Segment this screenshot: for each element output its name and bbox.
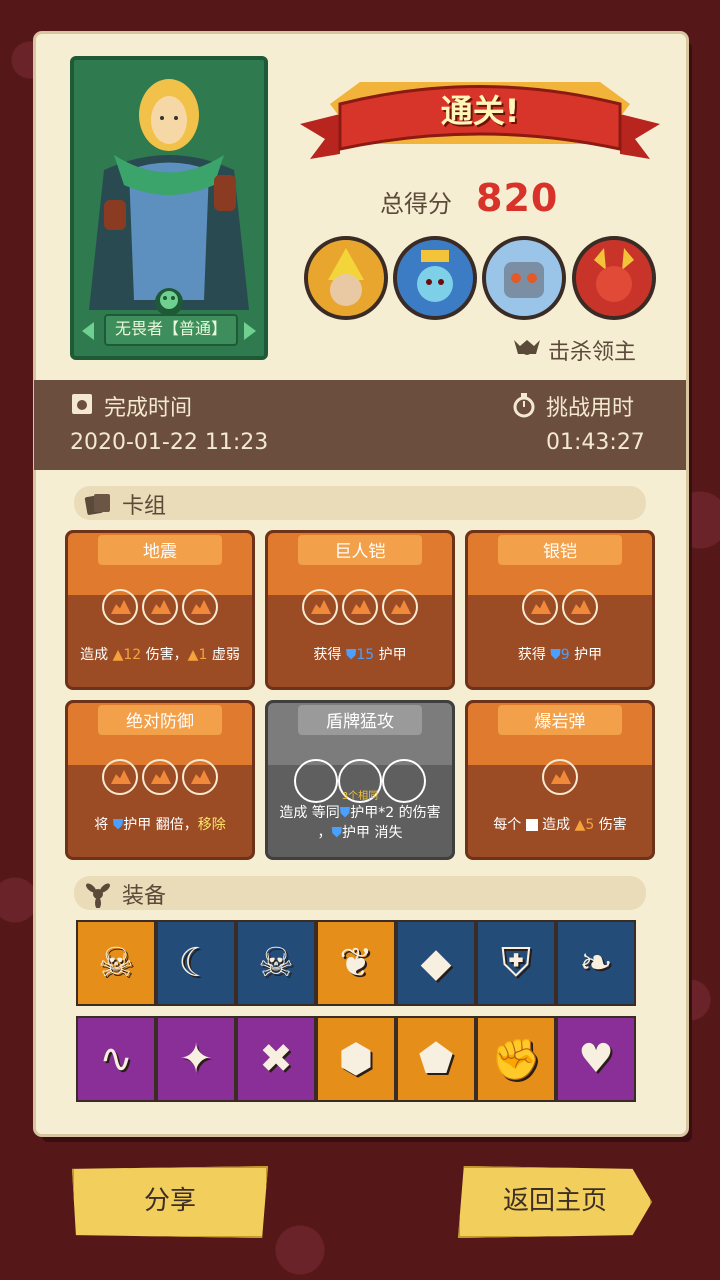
- equipment-slot[interactable]: ∿: [76, 1016, 156, 1102]
- finish-time-value: 2020-01-22 11:23: [70, 430, 269, 455]
- equipment-slot[interactable]: ✊: [476, 1016, 556, 1102]
- slot-icon: [182, 759, 218, 795]
- score-value: 820: [476, 176, 559, 220]
- share-button[interactable]: 分享: [72, 1166, 268, 1238]
- calendar-icon: [70, 392, 94, 420]
- card-title: 盾牌猛攻: [326, 712, 394, 732]
- equipment-slot[interactable]: ❦: [316, 920, 396, 1006]
- equipment-slot[interactable]: ☠: [236, 920, 316, 1006]
- equipment-slot[interactable]: ✖: [236, 1016, 316, 1102]
- prev-arrow-icon: [82, 322, 94, 340]
- deck-card[interactable]: 爆岩弹 每个 造成 ▲5 伤害: [465, 700, 655, 860]
- deck-card[interactable]: 绝对防御 将 ⛊护甲 翻倍，移除: [65, 700, 255, 860]
- deck-card[interactable]: 盾牌猛攻 3个相同 造成 等同⛊护甲*2 的伤害 ，⛊护甲 消失: [265, 700, 455, 860]
- equipment-slot[interactable]: ☠: [76, 920, 156, 1006]
- boss-avatar-demon: [572, 236, 656, 320]
- finish-time-label: 完成时间: [104, 396, 193, 421]
- moon-staff-icon: ☾: [178, 940, 214, 986]
- card-description: 将 ⛊护甲 翻倍，移除: [94, 817, 226, 833]
- challenge-time-value: 01:43:27: [546, 430, 645, 455]
- card-title: 地震: [143, 542, 177, 562]
- feather-icon: ❦: [339, 940, 373, 986]
- score-label: 总得分: [380, 190, 452, 218]
- card-note: 3个相同: [341, 791, 379, 802]
- heart-amulet-icon: ♥: [578, 1036, 614, 1082]
- tile-icon: [525, 819, 538, 831]
- boss-avatar-king: [393, 236, 477, 320]
- stopwatch-icon: [512, 392, 536, 422]
- slot-icon: [102, 759, 138, 795]
- slot-icon: [142, 759, 178, 795]
- cards-icon: [84, 490, 114, 520]
- slot-icon: [562, 589, 598, 625]
- hero-portrait: [74, 60, 264, 356]
- leaves-icon: ❧: [579, 940, 613, 986]
- skull-mask-icon: ☠: [98, 940, 134, 986]
- card-description: 获得 ⛊9 护甲: [517, 647, 603, 663]
- equipment-slot[interactable]: ◆: [396, 920, 476, 1006]
- equipment-slot[interactable]: ❧: [556, 920, 636, 1006]
- card-title: 绝对防御: [126, 712, 194, 732]
- deck-title: 卡组: [122, 494, 167, 519]
- green-stone-icon: ⬢: [338, 1036, 374, 1082]
- card-description: 获得 ⛊15 护甲: [313, 647, 407, 663]
- red-gauntlet-icon: ✊: [491, 1037, 541, 1083]
- equipment-slot[interactable]: ⬢: [316, 1016, 396, 1102]
- equipment-slot[interactable]: ✦: [156, 1016, 236, 1102]
- card-description: 造成 等同⛊护甲*2 的伤害 ，⛊护甲 消失: [279, 805, 441, 841]
- card-title: 爆岩弹: [534, 712, 586, 732]
- snake-icon: ∿: [99, 1036, 133, 1082]
- slot-icon: [382, 589, 418, 625]
- clear-title: 通关!: [440, 92, 520, 130]
- equipment-title: 装备: [122, 884, 167, 909]
- card-title: 银铠: [543, 542, 577, 562]
- equipment-slot[interactable]: ♥: [556, 1016, 636, 1102]
- home-button[interactable]: 返回主页: [458, 1166, 652, 1238]
- broken-stone-icon: ✖: [259, 1036, 293, 1082]
- crystal-boot-icon: ◆: [420, 940, 452, 986]
- boss-avatar-wizard: [304, 236, 388, 320]
- card-description: 每个 造成 ▲5 伤害: [493, 817, 627, 833]
- equipment-slot[interactable]: ⛨: [476, 920, 556, 1006]
- deck-card[interactable]: 地震 造成 ▲12 伤害，▲1 虚弱: [65, 530, 255, 690]
- deck-card[interactable]: 银铠 获得 ⛊9 护甲: [465, 530, 655, 690]
- equipment-slot[interactable]: ⬟: [396, 1016, 476, 1102]
- slot-icon: [342, 589, 378, 625]
- boss-kill-icon: [512, 336, 542, 364]
- equipment-slot[interactable]: ☾: [156, 920, 236, 1006]
- boss-kill-label: 击杀领主: [548, 340, 637, 365]
- deck-card[interactable]: 巨人铠 获得 ⛊15 护甲: [265, 530, 455, 690]
- card-title: 巨人铠: [334, 542, 386, 562]
- challenge-time-label: 挑战用时: [546, 396, 635, 421]
- crystal-gem-icon: ✦: [179, 1036, 213, 1082]
- equipment-icon: [84, 880, 112, 912]
- slot-icon: [522, 589, 558, 625]
- slot-icon: [182, 589, 218, 625]
- hero-card: 无畏者【普通】: [70, 56, 268, 360]
- slot-icon: [102, 589, 138, 625]
- shield-icon: ⛨: [501, 940, 531, 986]
- slot-icon: [542, 759, 578, 795]
- next-arrow-icon: [244, 322, 256, 340]
- hero-name: 无畏者【普通】: [104, 314, 238, 346]
- boss-avatar-golem: [482, 236, 566, 320]
- blue-gem-icon: ⬟: [418, 1036, 454, 1082]
- clear-banner: 通关!: [300, 64, 660, 174]
- slot-icon: [142, 589, 178, 625]
- skull-icon: ☠: [258, 940, 294, 986]
- card-description: 造成 ▲12 伤害，▲1 虚弱: [80, 647, 240, 663]
- slot-icon: [302, 589, 338, 625]
